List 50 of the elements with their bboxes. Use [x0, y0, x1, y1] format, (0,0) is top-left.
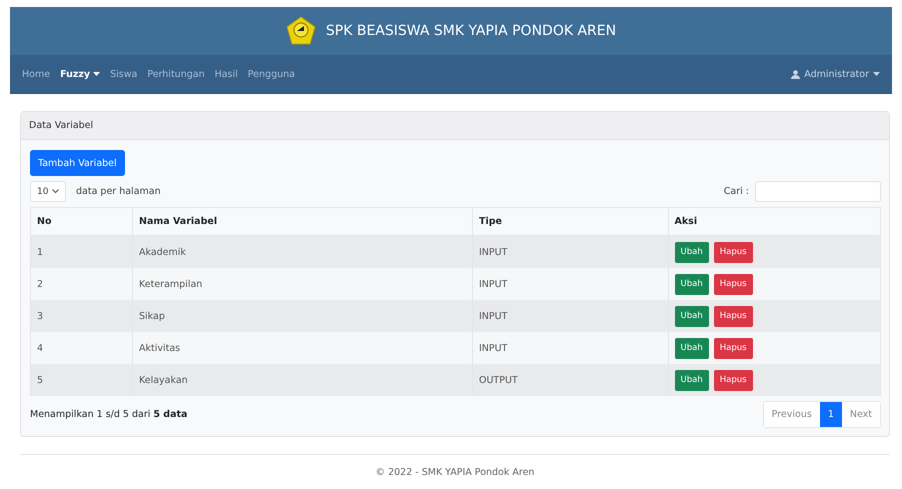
table-cell: 1 [30, 236, 132, 268]
nav-link[interactable]: Perhitungan [147, 68, 205, 80]
table-cell: 2 [30, 268, 132, 300]
column-header: Tipe [472, 208, 668, 236]
edit-button[interactable]: Ubah [674, 370, 709, 390]
logo-icon [286, 16, 316, 46]
copyright-text: © 2022 - SMK YAPIA Pondok Aren [376, 467, 534, 478]
pagination-button[interactable]: 1 [820, 402, 842, 427]
delete-button[interactable]: Hapus [714, 306, 753, 326]
column-header: Nama Variabel [132, 208, 472, 236]
edit-button[interactable]: Ubah [674, 338, 709, 358]
table-cell: Keterampilan [132, 268, 472, 300]
user-icon [791, 70, 800, 78]
nav-link[interactable]: Siswa [110, 68, 138, 80]
table-cell: Akademik [132, 236, 472, 268]
edit-button[interactable]: Ubah [674, 306, 709, 326]
table-cell: INPUT [472, 300, 668, 332]
card-title: Data Variabel [21, 112, 889, 140]
table-cell: 4 [30, 332, 132, 364]
table-cell: OUTPUT [472, 364, 668, 396]
table-info: Menampilkan 1 s/d 5 dari 5 data [30, 409, 188, 420]
table-cell: 3 [30, 300, 132, 332]
edit-button[interactable]: Ubah [674, 274, 709, 294]
delete-button[interactable]: Hapus [714, 338, 753, 358]
nav-link[interactable]: Pengguna [248, 68, 295, 80]
table-cell: Kelayakan [132, 364, 472, 396]
delete-button[interactable]: Hapus [714, 274, 753, 294]
chevron-icon [52, 189, 59, 194]
table-cell: Aktivitas [132, 332, 472, 364]
search-label: Cari : [724, 186, 749, 197]
caret-icon [873, 72, 880, 76]
table-cell: INPUT [472, 268, 668, 300]
app-title: SPK BEASISWA SMK YAPIA PONDOK AREN [326, 23, 616, 39]
delete-button[interactable]: Hapus [714, 242, 753, 262]
delete-button[interactable]: Hapus [714, 370, 753, 390]
table-cell: 5 [30, 364, 132, 396]
search-field[interactable] [755, 181, 881, 202]
page-size-select[interactable]: 10 [30, 181, 66, 202]
page-size-label: data per halaman [76, 186, 161, 197]
user-menu[interactable]: Administrator [791, 68, 880, 80]
table-cell: INPUT [472, 236, 668, 268]
add-variable-button[interactable]: Tambah Variabel [30, 150, 125, 176]
nav-link[interactable]: Fuzzy [60, 68, 100, 80]
nav-link[interactable]: Home [22, 68, 50, 80]
table-cell: Sikap [132, 300, 472, 332]
table-cell: INPUT [472, 332, 668, 364]
nav-link[interactable]: Hasil [214, 68, 238, 80]
column-header: No [30, 208, 132, 236]
edit-button[interactable]: Ubah [674, 242, 709, 262]
column-header: Aksi [668, 208, 880, 236]
